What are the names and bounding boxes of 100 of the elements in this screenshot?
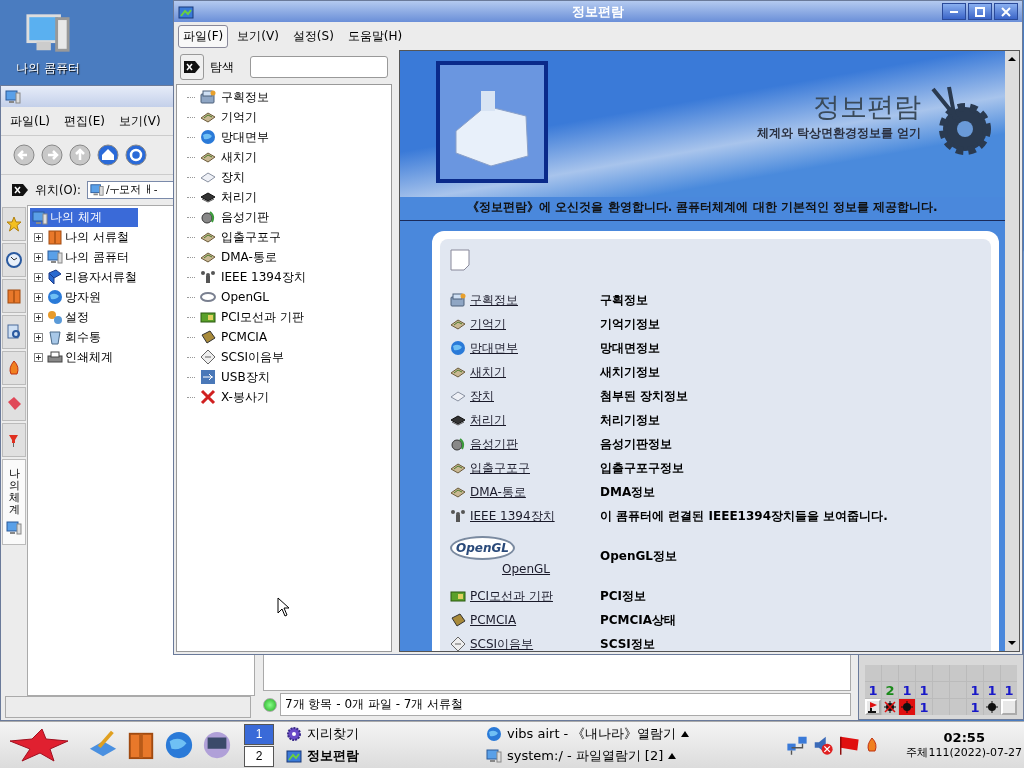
tree-item[interactable]: 인쇄체계 (65, 348, 113, 366)
menu-item[interactable]: 파일(F) (178, 24, 229, 48)
module-item[interactable]: 처리기 (221, 188, 257, 206)
expand-toggle[interactable] (34, 232, 43, 242)
menu-item[interactable]: 보기(V) (232, 24, 284, 48)
tree-item[interactable]: 설정 (65, 308, 89, 326)
module-link[interactable]: 구획정보 (470, 291, 518, 309)
module-item[interactable]: 입출구포구 (221, 228, 281, 246)
sidebar-tab[interactable] (2, 315, 26, 349)
open-cell[interactable] (865, 665, 881, 681)
hidden-cell[interactable] (1001, 699, 1017, 715)
search-field[interactable] (250, 56, 388, 78)
mine-count[interactable]: 1 (916, 682, 932, 698)
up-button[interactable] (69, 144, 91, 166)
forward-button[interactable] (41, 144, 63, 166)
open-cell[interactable] (899, 665, 915, 681)
mine-count[interactable]: 1 (865, 682, 881, 698)
location-field[interactable]: /ㅜ모저 ㅐ- (86, 181, 173, 199)
tree-item[interactable]: 나의 체계 (30, 208, 138, 227)
module-item[interactable]: 새치기 (221, 148, 257, 166)
mine-count[interactable]: 1 (1001, 682, 1017, 698)
module-item[interactable]: 음성기판 (221, 208, 269, 226)
menu-item[interactable]: 파일(L) (5, 109, 56, 133)
clock-time[interactable]: 02:55 (943, 730, 985, 745)
maximize-button[interactable] (968, 3, 992, 20)
module-item[interactable]: OpenGL (221, 290, 270, 304)
desktop-switcher[interactable]: 2 (244, 745, 274, 767)
open-cell[interactable] (882, 665, 898, 681)
clear-icon[interactable] (11, 183, 29, 197)
module-link[interactable]: IEEE 1394장치 (470, 507, 555, 525)
expand-toggle[interactable] (34, 352, 43, 362)
module-link[interactable]: PCMCIA (470, 613, 517, 627)
module-link[interactable]: 새치기 (470, 363, 506, 381)
module-item[interactable]: USB장치 (221, 368, 270, 386)
sidebar-tab[interactable]: 나의 체계 (2, 459, 26, 546)
open-cell[interactable] (933, 699, 949, 715)
back-button[interactable] (13, 144, 35, 166)
mine-count[interactable]: 1 (967, 682, 983, 698)
task-button[interactable]: vibs airt - 《내나라》열람기 (482, 723, 772, 745)
home-button[interactable] (97, 144, 119, 166)
open-cell[interactable] (950, 699, 966, 715)
module-link[interactable]: DMA-통로 (470, 483, 526, 501)
sidebar-tab[interactable] (2, 387, 26, 421)
module-item[interactable]: DMA-통로 (221, 248, 277, 266)
clear-search-button[interactable] (180, 54, 204, 80)
sidebar-tab[interactable] (2, 351, 26, 385)
module-link[interactable]: 장치 (470, 387, 494, 405)
menu-item[interactable]: 도움말(H) (342, 24, 408, 48)
open-cell[interactable] (933, 665, 949, 681)
expand-toggle[interactable] (34, 332, 43, 342)
sidebar-tab[interactable] (2, 243, 26, 277)
expand-toggle[interactable] (34, 252, 43, 262)
module-item[interactable]: PCI모선과 기판 (221, 308, 304, 326)
minimize-button[interactable] (942, 3, 966, 20)
module-item[interactable]: 구획정보 (221, 88, 269, 106)
module-link[interactable]: 기억기 (470, 315, 506, 333)
mine-count[interactable]: 1 (967, 699, 983, 715)
sidebar-tab[interactable] (2, 279, 26, 313)
clock-date[interactable]: 주체111(2022)-07-27 (906, 745, 1022, 760)
module-link[interactable]: OpenGL (502, 562, 551, 576)
task-button[interactable]: system:/ - 파일열람기 [2] (482, 745, 772, 767)
tree-item[interactable]: 나의 콤퓨터 (65, 248, 129, 266)
mine-count[interactable]: 1 (916, 699, 932, 715)
module-item[interactable]: SCSI이음부 (221, 348, 285, 366)
scrollbar[interactable] (1005, 51, 1019, 651)
module-link[interactable]: 음성기판 (470, 435, 518, 453)
tree-item[interactable]: 회수통 (65, 328, 101, 346)
module-link[interactable]: 처리기 (470, 411, 506, 429)
mine-count[interactable]: 1 (984, 682, 1000, 698)
expand-toggle[interactable] (34, 272, 43, 282)
mine-count[interactable]: 1 (899, 682, 915, 698)
close-button[interactable] (994, 3, 1018, 20)
expand-toggle[interactable] (34, 312, 43, 322)
tree-item[interactable]: 망자원 (65, 288, 101, 306)
go-button[interactable] (125, 144, 147, 166)
menu-item[interactable]: 보기(V) (114, 109, 166, 133)
module-item[interactable]: 장치 (221, 168, 245, 186)
menu-item[interactable]: 설정(S) (287, 24, 339, 48)
globe-launcher[interactable] (164, 730, 194, 760)
open-cell[interactable] (950, 665, 966, 681)
open-cell[interactable] (1001, 665, 1017, 681)
open-cell[interactable] (916, 665, 932, 681)
binder-launcher[interactable] (126, 730, 156, 760)
task-button[interactable]: 정보편람 (282, 745, 482, 767)
media-launcher[interactable] (202, 730, 232, 760)
module-item[interactable]: X-봉사기 (221, 388, 269, 406)
module-item[interactable]: 기억기 (221, 108, 257, 126)
module-link[interactable]: PCI모선과 기판 (470, 587, 553, 605)
tree-item[interactable]: 리용자서류철 (65, 268, 137, 286)
module-item[interactable]: IEEE 1394장치 (221, 268, 306, 286)
expand-toggle[interactable] (34, 292, 43, 302)
desktop-switcher[interactable]: 1 (244, 723, 274, 745)
task-button[interactable]: 지리찾기 (282, 723, 482, 745)
module-item[interactable]: PCMCIA (221, 330, 268, 344)
tree-item[interactable]: 나의 서류철 (65, 228, 129, 246)
module-link[interactable]: 입출구포구 (470, 459, 530, 477)
star-logo-icon[interactable] (8, 727, 70, 763)
module-link[interactable]: 망대면부 (470, 339, 518, 357)
module-link[interactable]: SCSI이음부 (470, 635, 534, 651)
open-cell[interactable] (967, 665, 983, 681)
